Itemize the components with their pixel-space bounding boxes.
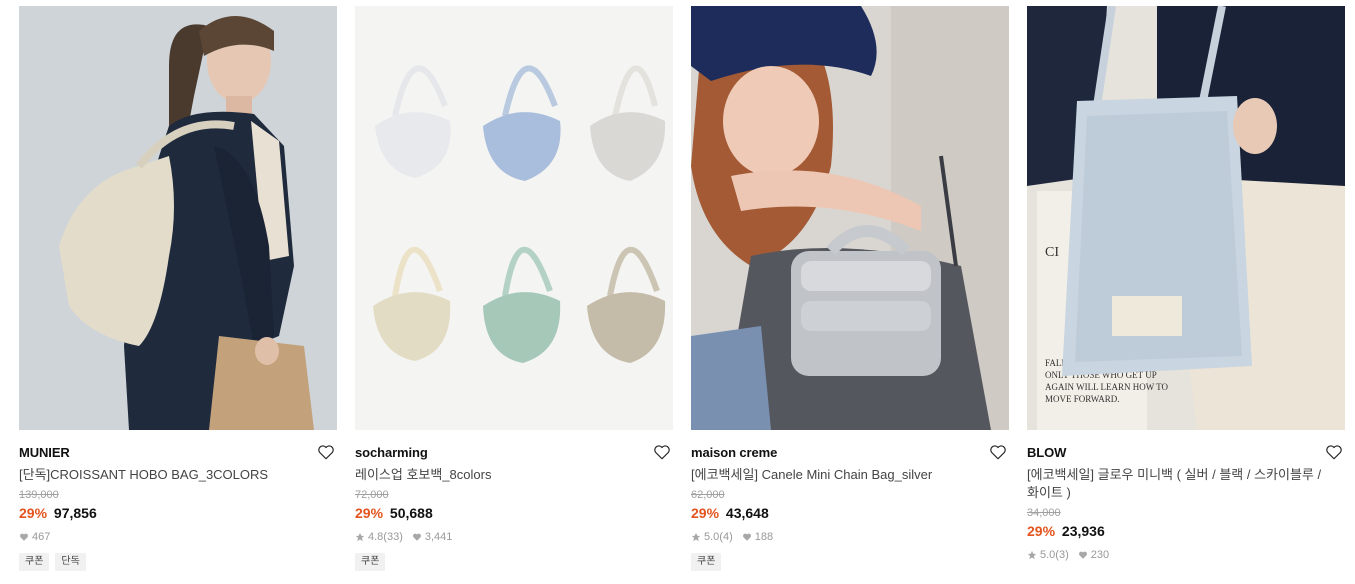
- product-meta: 5.0 (3) 230: [1027, 548, 1345, 562]
- discount-rate: 29%: [1027, 523, 1056, 539]
- review-count: (4): [719, 531, 733, 543]
- heart-filled-icon: [412, 532, 422, 542]
- like-count: 3,441: [424, 531, 453, 543]
- like-count: 230: [1090, 549, 1110, 561]
- product-image[interactable]: CI FALL, HOWEVER, ONLY THOSE WHO GET UP …: [1027, 6, 1345, 430]
- price-row: 29% 97,856: [19, 504, 337, 522]
- price-row: 29% 43,648: [691, 504, 1009, 522]
- star-icon: [355, 532, 365, 542]
- product-meta: 5.0 (4) 188: [691, 530, 1009, 544]
- product-name[interactable]: [에코백세일] Canele Mini Chain Bag_silver: [691, 466, 1009, 484]
- heart-outline-icon[interactable]: [317, 443, 335, 461]
- brand-row: MUNIER: [19, 443, 337, 463]
- product-card: CI FALL, HOWEVER, ONLY THOSE WHO GET UP …: [1027, 6, 1345, 562]
- star-icon: [1027, 550, 1037, 560]
- original-price: 34,000: [1027, 507, 1061, 519]
- discount-rate: 29%: [691, 505, 720, 521]
- product-name[interactable]: [에코백세일] 글로우 미니백 ( 실버 / 블랙 / 스카이블루 / 화이트 …: [1027, 466, 1345, 502]
- product-info: BLOW [에코백세일] 글로우 미니백 ( 실버 / 블랙 / 스카이블루 /…: [1027, 430, 1345, 562]
- tag-badge: 쿠폰: [19, 553, 50, 571]
- svg-text:MOVE FORWARD.: MOVE FORWARD.: [1045, 394, 1120, 404]
- brand-row: socharming: [355, 443, 673, 463]
- tag-badge: 단독: [55, 553, 86, 571]
- tag-badge: 쿠폰: [355, 553, 386, 571]
- product-card: MUNIER [단독]CROISSANT HOBO BAG_3COLORS 13…: [19, 6, 337, 571]
- brand-name[interactable]: maison creme: [691, 445, 777, 460]
- product-info: socharming 레이스업 호보백_8colors 72,000 29% 5…: [355, 430, 673, 571]
- product-image[interactable]: [19, 6, 337, 430]
- product-name[interactable]: 레이스업 호보백_8colors: [355, 466, 673, 484]
- brand-name[interactable]: MUNIER: [19, 445, 70, 460]
- like-count: 188: [754, 531, 774, 543]
- sale-price: 50,688: [389, 505, 433, 521]
- product-meta: 4.8 (33) 3,441: [355, 530, 673, 544]
- heart-outline-icon[interactable]: [653, 443, 671, 461]
- rating-value: 5.0: [1040, 549, 1056, 561]
- product-card: maison creme [에코백세일] Canele Mini Chain B…: [691, 6, 1009, 571]
- discount-rate: 29%: [355, 505, 384, 521]
- review-count: (33): [383, 531, 403, 543]
- sale-price: 43,648: [725, 505, 769, 521]
- product-info: maison creme [에코백세일] Canele Mini Chain B…: [691, 430, 1009, 571]
- price-row: 29% 23,936: [1027, 522, 1345, 540]
- tag-badge: 쿠폰: [691, 553, 722, 571]
- tag-list: 쿠폰: [355, 553, 673, 571]
- brand-row: maison creme: [691, 443, 1009, 463]
- heart-outline-icon[interactable]: [989, 443, 1007, 461]
- product-image[interactable]: [355, 6, 673, 430]
- brand-name[interactable]: BLOW: [1027, 445, 1066, 460]
- product-grid: MUNIER [단독]CROISSANT HOBO BAG_3COLORS 13…: [0, 0, 1355, 584]
- original-price: 72,000: [355, 489, 389, 501]
- review-count: (3): [1055, 549, 1069, 561]
- sale-price: 97,856: [53, 505, 97, 521]
- heart-filled-icon: [742, 532, 752, 542]
- rating-value: 5.0: [704, 531, 720, 543]
- original-price: 139,000: [19, 489, 59, 501]
- svg-text:CI: CI: [1045, 245, 1059, 260]
- brand-name[interactable]: socharming: [355, 445, 428, 460]
- heart-filled-icon: [1078, 550, 1088, 560]
- product-name[interactable]: [단독]CROISSANT HOBO BAG_3COLORS: [19, 466, 337, 484]
- brand-row: BLOW: [1027, 443, 1345, 463]
- product-info: MUNIER [단독]CROISSANT HOBO BAG_3COLORS 13…: [19, 430, 337, 571]
- discount-rate: 29%: [19, 505, 48, 521]
- heart-outline-icon[interactable]: [1325, 443, 1343, 461]
- original-price: 62,000: [691, 489, 725, 501]
- rating-value: 4.8: [368, 531, 384, 543]
- product-card: socharming 레이스업 호보백_8colors 72,000 29% 5…: [355, 6, 673, 571]
- star-icon: [691, 532, 701, 542]
- product-meta: 467: [19, 530, 337, 544]
- product-image[interactable]: [691, 6, 1009, 430]
- svg-text:AGAIN WILL LEARN HOW TO: AGAIN WILL LEARN HOW TO: [1045, 382, 1168, 392]
- tag-list: 쿠폰: [691, 553, 1009, 571]
- tag-list: 쿠폰 단독: [19, 553, 337, 571]
- heart-filled-icon: [19, 532, 29, 542]
- sale-price: 23,936: [1061, 523, 1105, 539]
- price-row: 29% 50,688: [355, 504, 673, 522]
- like-count: 467: [32, 531, 51, 543]
